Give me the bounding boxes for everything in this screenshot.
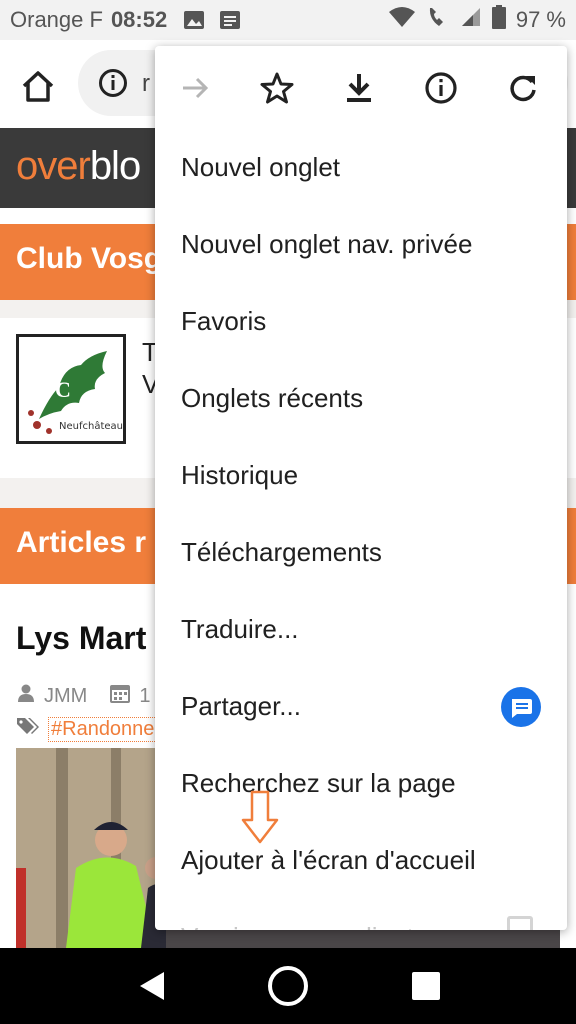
tags-icon — [16, 716, 40, 742]
clock: 08:52 — [110, 7, 168, 32]
club-logo: C Neufchâteau — [16, 334, 126, 444]
menu-item-label: Ajouter à l'écran d'accueil — [181, 845, 476, 875]
menu-item-label: Onglets récents — [181, 383, 364, 413]
messages-icon[interactable] — [501, 687, 541, 727]
menu-item-find-in-page[interactable]: Recherchez sur la page — [155, 748, 567, 825]
image-icon — [183, 10, 205, 30]
club-logo-caption: Neufchâteau — [59, 421, 123, 432]
forward-icon[interactable] — [175, 68, 215, 108]
recent-apps-icon[interactable] — [412, 972, 440, 1000]
wifi-call-icon — [426, 5, 450, 35]
battery-icon — [491, 5, 506, 35]
menu-item-desktop-site[interactable]: Version pour ordinat — [155, 902, 567, 930]
back-icon[interactable] — [134, 968, 170, 1004]
info-icon[interactable] — [98, 68, 128, 98]
menu-item-label: Téléchargements — [181, 537, 382, 567]
checkbox-icon[interactable] — [507, 916, 533, 930]
svg-text:C: C — [55, 377, 71, 402]
tag-link[interactable]: #Randonne — [48, 716, 158, 742]
menu-item-label: Nouvel onglet nav. privée — [181, 229, 473, 259]
menu-item-label: Version pour ordinat — [181, 922, 414, 930]
signal-icon — [460, 6, 482, 34]
logo-part-orange: over — [16, 144, 91, 188]
arrow-down-icon — [240, 790, 280, 846]
articles-header-title: Articles r — [16, 526, 147, 559]
logo-part-white: blo — [89, 144, 141, 188]
home-icon[interactable] — [18, 66, 58, 106]
menu-item-history[interactable]: Historique — [155, 440, 567, 517]
system-nav-bar — [0, 948, 576, 1024]
menu-item-recent-tabs[interactable]: Onglets récents — [155, 363, 567, 440]
overflow-menu: Nouvel onglet Nouvel onglet nav. privée … — [155, 46, 567, 930]
calendar-icon — [109, 682, 131, 710]
wifi-icon — [388, 6, 416, 34]
menu-item-downloads[interactable]: Téléchargements — [155, 517, 567, 594]
menu-item-label: Favoris — [181, 306, 267, 336]
battery-level: 97 % — [515, 7, 566, 32]
club-header-title: Club Vosg — [16, 242, 163, 275]
menu-item-translate[interactable]: Traduire... — [155, 594, 567, 671]
menu-item-new-tab[interactable]: Nouvel onglet — [155, 132, 567, 209]
menu-item-label: Recherchez sur la page — [181, 768, 456, 798]
menu-item-label: Historique — [181, 460, 299, 490]
carrier-name: Orange F — [10, 7, 103, 32]
home-circle-icon[interactable] — [268, 966, 308, 1006]
menu-toolbar — [155, 46, 567, 132]
article-date: 1 — [139, 684, 151, 707]
menu-item-label: Partager... — [181, 691, 301, 721]
menu-item-bookmarks[interactable]: Favoris — [155, 286, 567, 363]
page-info-icon[interactable] — [421, 68, 461, 108]
message-icon — [219, 10, 241, 30]
download-icon[interactable] — [339, 68, 379, 108]
url-text: r — [142, 70, 150, 97]
star-icon[interactable] — [257, 68, 297, 108]
site-logo[interactable]: overblo — [16, 144, 141, 189]
article-title[interactable]: Lys Mart — [16, 620, 146, 657]
refresh-icon[interactable] — [503, 68, 543, 108]
article-tags: #Randonne — [16, 716, 158, 742]
status-bar: Orange F 08:52 97 % — [0, 0, 576, 40]
article-author[interactable]: JMM — [44, 685, 87, 708]
menu-item-share[interactable]: Partager... — [155, 671, 567, 748]
menu-item-add-to-home-screen[interactable]: Ajouter à l'écran d'accueil — [155, 825, 567, 902]
user-icon — [16, 683, 36, 709]
menu-item-label: Nouvel onglet — [181, 152, 340, 182]
menu-item-label: Traduire... — [181, 614, 299, 644]
menu-item-new-incognito-tab[interactable]: Nouvel onglet nav. privée — [155, 209, 567, 286]
article-meta: JMM 1 — [16, 682, 150, 710]
